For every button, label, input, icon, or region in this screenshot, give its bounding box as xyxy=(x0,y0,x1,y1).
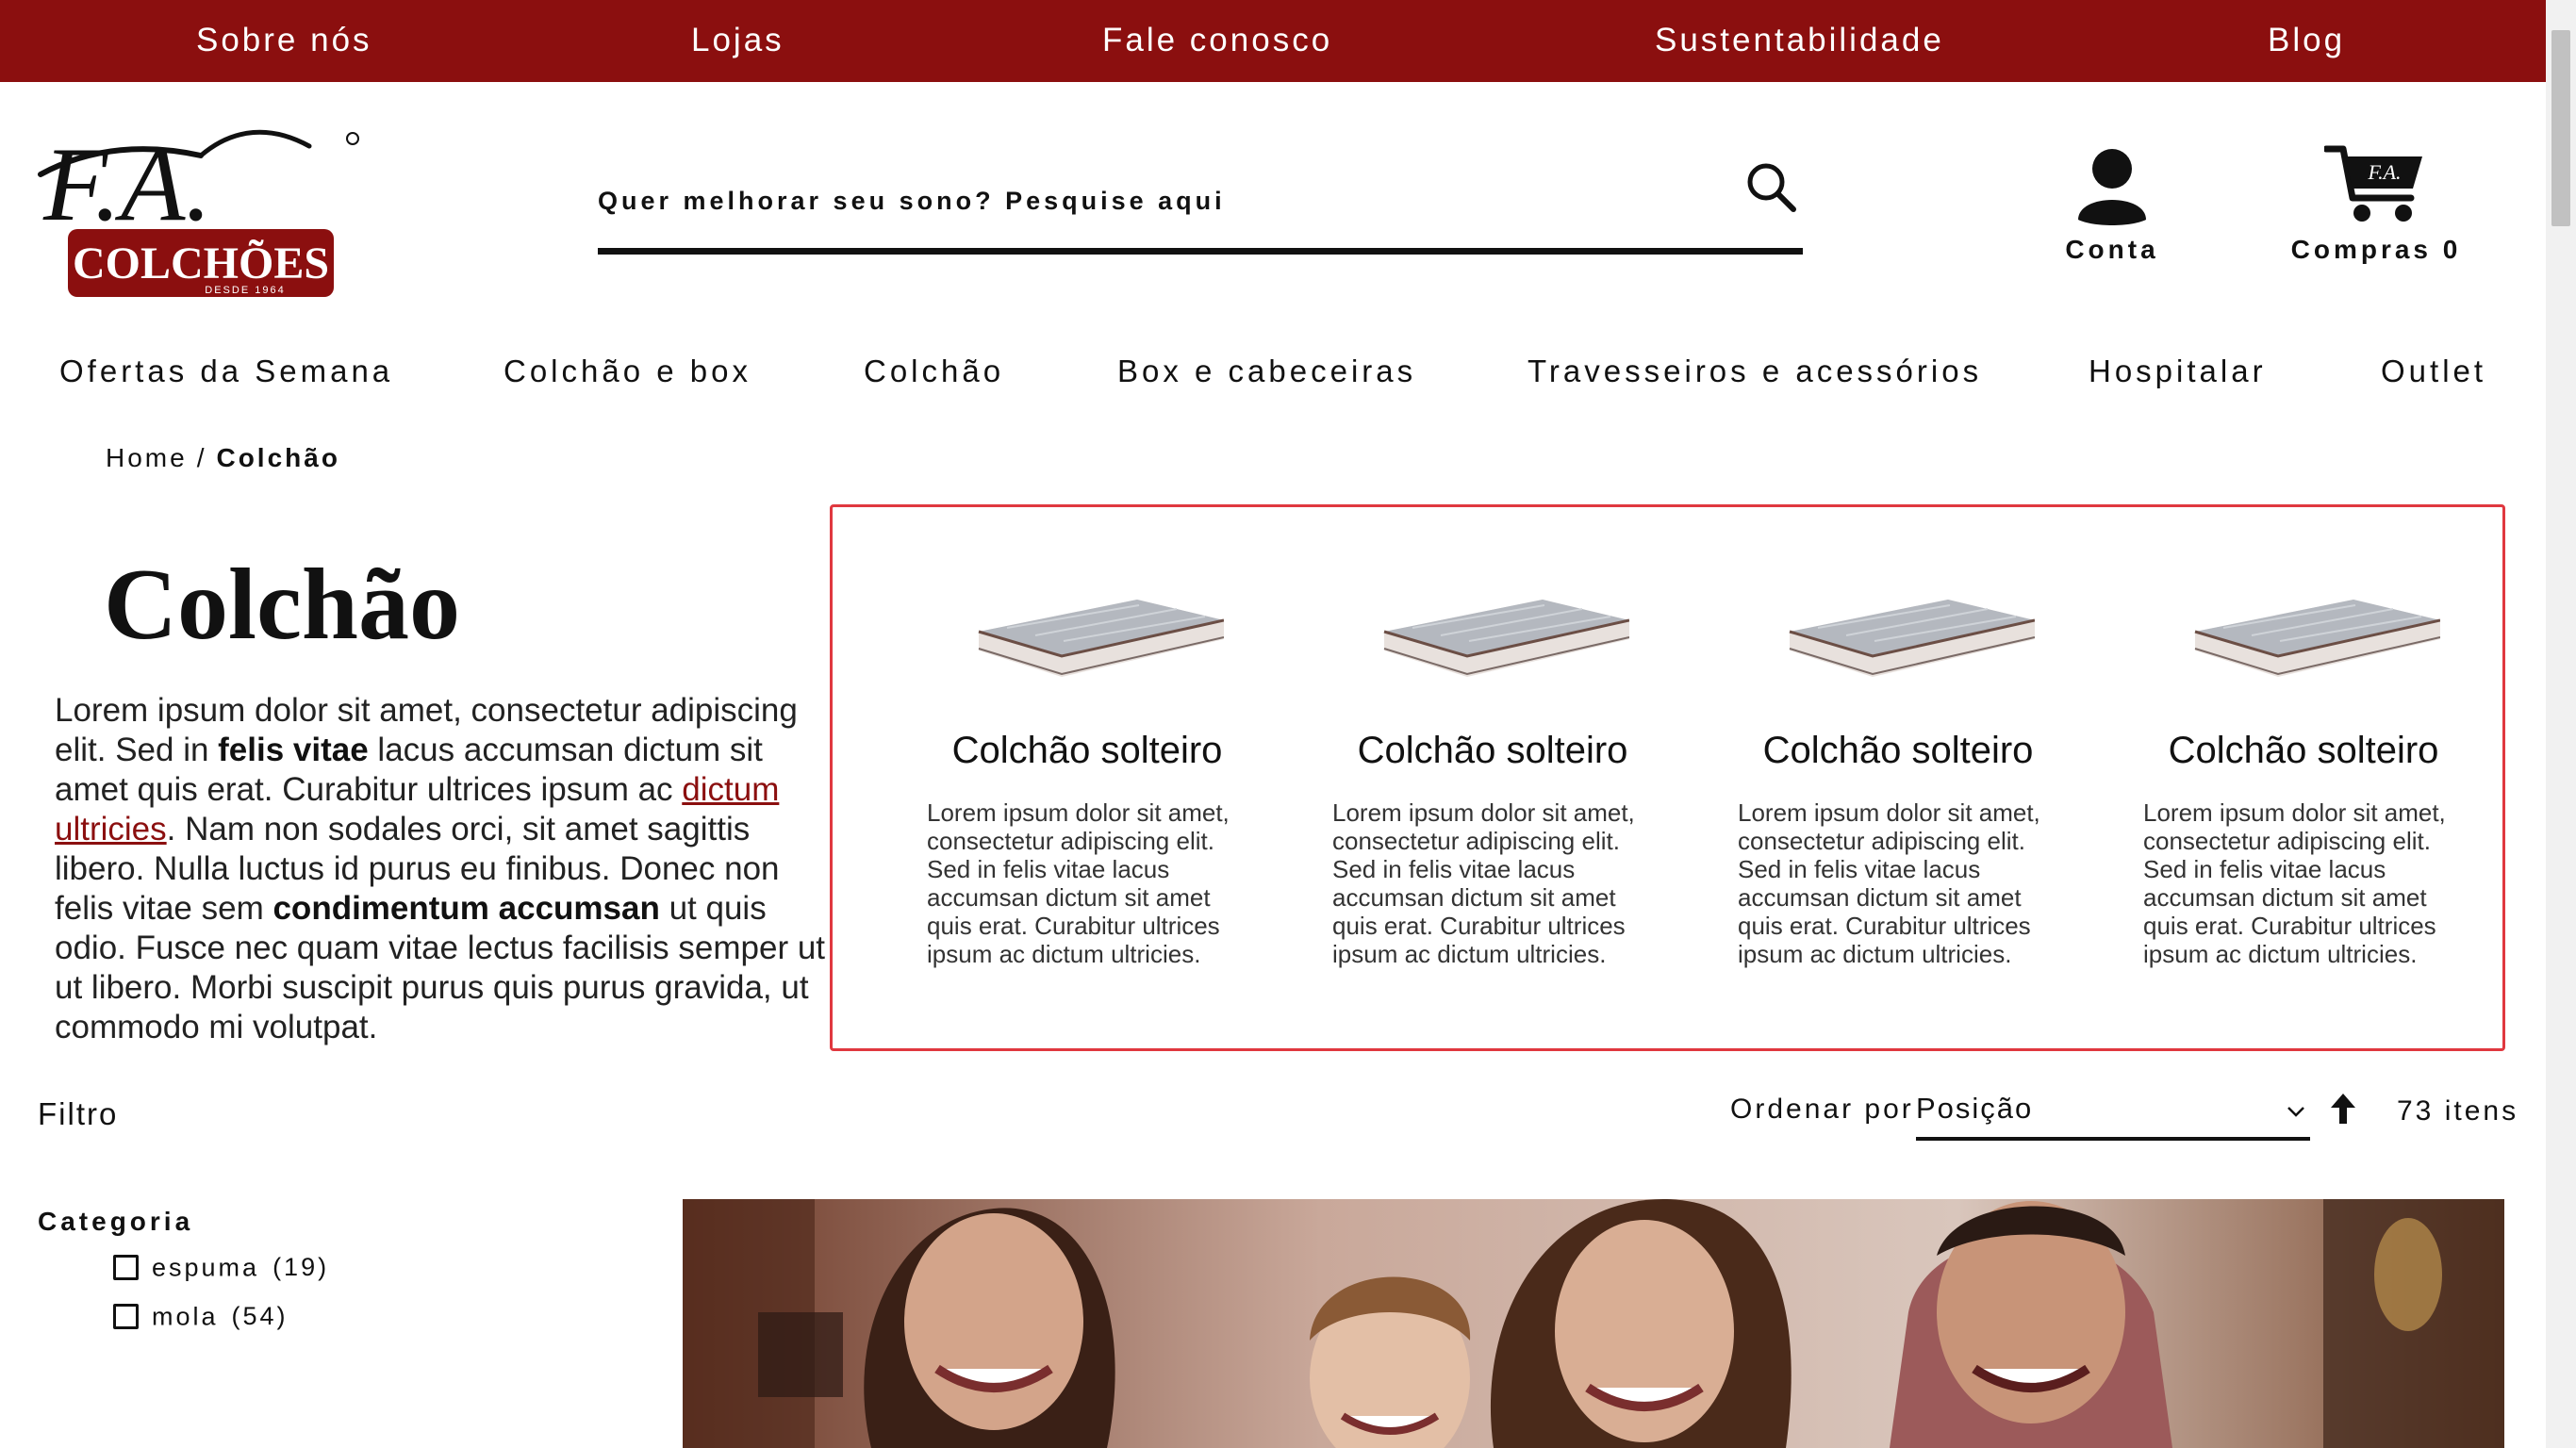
page-scrollbar[interactable] xyxy=(2546,0,2576,1448)
search-bar xyxy=(598,160,1803,255)
mattress-image xyxy=(1789,600,2035,677)
fa-colchoes-logo-icon: F.A. COLCHÕES DESDE 1964 xyxy=(38,126,359,297)
nav-item-travesseiros-e-acessorios[interactable]: Travesseiros e acessórios xyxy=(1527,354,1982,389)
account-label: Conta xyxy=(2065,235,2159,264)
product-card[interactable]: Colchão solteiro Lorem ipsum dolor sit a… xyxy=(1738,507,2058,968)
mattress-image xyxy=(1383,600,1629,677)
chevron-down-icon xyxy=(2287,1107,2304,1117)
topbar-link-blog[interactable]: Blog xyxy=(2268,0,2345,82)
filter-option-mola[interactable]: mola (54) xyxy=(113,1301,289,1335)
item-count: 73 itens xyxy=(2397,1095,2519,1127)
filter-option-count: (54) xyxy=(231,1302,289,1331)
product-card-title[interactable]: Colchão solteiro xyxy=(927,730,1247,772)
nav-item-ofertas-da-semana[interactable]: Ofertas da Semana xyxy=(59,354,393,389)
intro-bold-1: felis vitae xyxy=(218,732,369,768)
filter-checkbox[interactable] xyxy=(113,1304,139,1330)
sort-label: Ordenar por xyxy=(1730,1094,1914,1125)
topbar-link-sobre-nos[interactable]: Sobre nós xyxy=(196,0,372,82)
promo-banner-image xyxy=(683,1199,2504,1448)
search-icon[interactable] xyxy=(1744,160,1797,213)
product-card-text: Lorem ipsum dolor sit amet, consectetur … xyxy=(2143,798,2446,968)
product-card-title[interactable]: Colchão solteiro xyxy=(1738,730,2058,772)
filter-category-title: Categoria xyxy=(38,1207,194,1236)
breadcrumb-current: Colchão xyxy=(216,443,340,472)
search-input[interactable] xyxy=(598,177,1635,224)
category-intro: Lorem ipsum dolor sit amet, consectetur … xyxy=(55,691,828,1047)
cart-icon: F.A. xyxy=(2322,145,2422,222)
nav-item-box-e-cabeceiras[interactable]: Box e cabeceiras xyxy=(1117,354,1416,389)
product-card-title[interactable]: Colchão solteiro xyxy=(2143,730,2464,772)
arrow-up-icon[interactable] xyxy=(2329,1092,2357,1126)
logo-since: DESDE 1964 xyxy=(205,285,285,296)
mattress-image xyxy=(2194,600,2440,677)
brand-logo[interactable]: F.A. COLCHÕES DESDE 1964 xyxy=(36,118,366,306)
user-icon xyxy=(2078,149,2146,225)
cart-label: Compras 0 xyxy=(2290,235,2462,264)
sort-select[interactable]: Posição xyxy=(1916,1084,2310,1141)
filter-label[interactable]: Filtro xyxy=(38,1096,118,1132)
cart-link[interactable]: F.A. Compras 0 xyxy=(2282,141,2470,265)
topbar-link-lojas[interactable]: Lojas xyxy=(691,0,784,82)
product-card[interactable]: Colchão solteiro Lorem ipsum dolor sit a… xyxy=(2143,507,2464,968)
intro-bold-2: condimentum accumsan xyxy=(272,890,660,927)
product-card[interactable]: Colchão solteiro Lorem ipsum dolor sit a… xyxy=(1332,507,1653,968)
account-link[interactable]: Conta xyxy=(2046,146,2178,265)
nav-item-colchao[interactable]: Colchão xyxy=(864,354,1004,389)
logo-brand-name: COLCHÕES xyxy=(73,238,329,288)
page-title: Colchão xyxy=(104,549,460,661)
nav-item-hospitalar[interactable]: Hospitalar xyxy=(2089,354,2267,389)
breadcrumb: Home / Colchão xyxy=(106,443,340,473)
filter-option-label: espuma xyxy=(152,1253,260,1282)
topbar-link-sustentabilidade[interactable]: Sustentabilidade xyxy=(1655,0,1944,82)
mattress-image xyxy=(978,600,1224,677)
product-card-text: Lorem ipsum dolor sit amet, consectetur … xyxy=(927,798,1230,968)
family-photo xyxy=(683,1199,2504,1448)
logo-initials: F.A. xyxy=(42,126,211,243)
breadcrumb-home[interactable]: Home xyxy=(106,443,188,472)
sort-select-value: Posição xyxy=(1916,1092,2034,1125)
product-card-title[interactable]: Colchão solteiro xyxy=(1332,730,1653,772)
filter-option-count: (19) xyxy=(272,1253,330,1282)
product-card-text: Lorem ipsum dolor sit amet, consectetur … xyxy=(1332,798,1635,968)
breadcrumb-separator: / xyxy=(196,443,207,472)
svg-text:F.A.: F.A. xyxy=(2367,160,2401,184)
nav-item-outlet[interactable]: Outlet xyxy=(2381,354,2486,389)
topbar-link-fale-conosco[interactable]: Fale conosco xyxy=(1102,0,1332,82)
product-card-text: Lorem ipsum dolor sit amet, consectetur … xyxy=(1738,798,2040,968)
featured-products: Colchão solteiro Lorem ipsum dolor sit a… xyxy=(830,504,2505,1051)
product-card[interactable]: Colchão solteiro Lorem ipsum dolor sit a… xyxy=(927,507,1247,968)
filter-option-espuma[interactable]: espuma (19) xyxy=(113,1252,329,1286)
nav-item-colchao-e-box[interactable]: Colchão e box xyxy=(504,354,751,389)
filter-checkbox[interactable] xyxy=(113,1255,139,1281)
top-bar: Sobre nós Lojas Fale conosco Sustentabil… xyxy=(0,0,2546,82)
filter-option-label: mola xyxy=(152,1302,219,1331)
scrollbar-thumb[interactable] xyxy=(2551,30,2570,226)
